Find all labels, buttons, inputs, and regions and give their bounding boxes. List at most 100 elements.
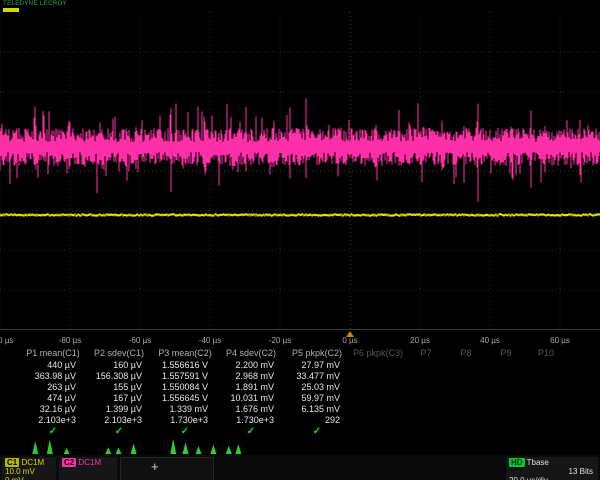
measurement-value (446, 415, 486, 426)
timebase-descriptor[interactable]: HD Tbase 13 Bits 20.0 µs/div (506, 457, 598, 480)
measurement-header[interactable]: P3 mean(C2) (152, 348, 218, 360)
measurement-value: 160 µV (86, 360, 152, 371)
trigger-time-marker[interactable] (346, 331, 354, 337)
measurement-value (406, 371, 446, 382)
measurement-value: 10.031 mV (218, 393, 284, 404)
measurement-value (526, 382, 566, 393)
axis-label: -60 µs (129, 336, 151, 345)
channel-c1-descriptor[interactable]: C1 DC1M 10.0 mV 0 mV (2, 457, 56, 480)
c1-offset: 0 mV (5, 476, 53, 480)
measurement-value: 263 µV (20, 382, 86, 393)
measurement-value: 156.308 µV (86, 371, 152, 382)
top-status-bar: TELEDYNE LECROY (0, 0, 600, 12)
measurement-status-check: ✓ (152, 426, 218, 437)
measurement-header[interactable]: P6 pkpk(C3) (350, 348, 406, 360)
measurement-status-check (406, 426, 446, 437)
axis-row: -100 µs-80 µs-60 µs-40 µs-20 µs0 µs20 µs… (0, 331, 600, 347)
histicon-row (0, 437, 600, 455)
measurement-value: 32.16 µV (20, 404, 86, 415)
measurement-header[interactable]: P10 (526, 348, 566, 360)
timebase-label: Tbase (527, 458, 549, 467)
channel-c2-descriptor[interactable]: C2 DC1M (59, 457, 117, 480)
measurement-histicon (28, 437, 74, 454)
measurement-value (446, 382, 486, 393)
descriptor-bar: C1 DC1M 10.0 mV 0 mV C2 DC1M + HD Tbase … (0, 455, 600, 480)
measurement-value: 1.676 mV (218, 404, 284, 415)
measurement-header[interactable]: P1 mean(C1) (20, 348, 86, 360)
measurement-value: 474 µV (20, 393, 86, 404)
measurement-value: 27.97 mV (284, 360, 350, 371)
measurement-header[interactable]: P4 sdev(C2) (218, 348, 284, 360)
descriptor-spacer (217, 457, 503, 480)
measurement-value (486, 404, 526, 415)
c1-scale: 10.0 mV (5, 467, 53, 476)
measurement-histicon (98, 437, 144, 454)
measurement-value (350, 360, 406, 371)
measurement-value (446, 393, 486, 404)
measurement-status-check: ✓ (20, 426, 86, 437)
measurement-header[interactable]: P2 sdev(C1) (86, 348, 152, 360)
axis-label: 0 µs (342, 336, 357, 345)
measurement-value: 2.103e+3 (86, 415, 152, 426)
waveform-canvas (0, 12, 600, 330)
measurement-value: 167 µV (86, 393, 152, 404)
timebase-bits: 13 Bits (509, 467, 595, 476)
measurement-value: 363.98 µV (20, 371, 86, 382)
measurement-value: 2.103e+3 (20, 415, 86, 426)
measure-table: P1 mean(C1)P2 sdev(C1)P3 mean(C2)P4 sdev… (20, 348, 566, 437)
measurement-value (350, 415, 406, 426)
measurement-value: 2.968 mV (218, 371, 284, 382)
c1-chip: C1 (5, 458, 19, 467)
measurement-header[interactable]: P7 (406, 348, 446, 360)
measurement-value: 59.97 mV (284, 393, 350, 404)
measurement-value (526, 393, 566, 404)
measurement-value: 25.03 mV (284, 382, 350, 393)
measurement-value (486, 360, 526, 371)
axis-label: -80 µs (59, 336, 81, 345)
measurement-value (406, 404, 446, 415)
oscilloscope-screen: TELEDYNE LECROY -100 µs-80 µs-60 µs-40 µ… (0, 0, 600, 480)
axis-label: 40 µs (480, 336, 500, 345)
measurement-value: 1.550084 V (152, 382, 218, 393)
measurement-value (526, 360, 566, 371)
timebase-scale: 20.0 µs/div (509, 476, 595, 480)
measurement-value: 1.891 mV (218, 382, 284, 393)
measurement-value (350, 371, 406, 382)
brand-label: TELEDYNE LECROY (3, 1, 67, 7)
axis-label: 20 µs (410, 336, 430, 345)
measurement-value (350, 404, 406, 415)
c2-chip: C2 (62, 458, 76, 467)
measurement-value: 155 µV (86, 382, 152, 393)
measurement-value (406, 382, 446, 393)
measurement-value: 6.135 mV (284, 404, 350, 415)
measurement-header[interactable]: P5 pkpk(C2) (284, 348, 350, 360)
measurement-header[interactable]: P9 (486, 348, 526, 360)
measurement-value: 2.200 mV (218, 360, 284, 371)
measurement-histicon (204, 437, 250, 454)
measurement-value (486, 415, 526, 426)
measurement-status-check (486, 426, 526, 437)
measurement-value (350, 393, 406, 404)
c1-coupling: DC1M (21, 458, 44, 467)
waveform-display[interactable] (0, 12, 600, 330)
measurement-value (526, 415, 566, 426)
c2-coupling: DC1M (78, 458, 101, 467)
measurement-value: 33.477 mV (284, 371, 350, 382)
add-trace-button[interactable]: + (120, 457, 214, 480)
measurement-value: 1.557591 V (152, 371, 218, 382)
measurement-value: 1.556616 V (152, 360, 218, 371)
measurement-value: 292 (284, 415, 350, 426)
measurement-header[interactable]: P8 (446, 348, 486, 360)
measurement-value (446, 404, 486, 415)
measurement-value (446, 360, 486, 371)
measurement-value (526, 404, 566, 415)
measurement-value: 1.339 mV (152, 404, 218, 415)
measurement-value (486, 371, 526, 382)
measurement-value (350, 382, 406, 393)
plus-icon: + (151, 459, 159, 474)
measurement-value (406, 360, 446, 371)
measurement-value (486, 382, 526, 393)
measurement-value (486, 393, 526, 404)
measurement-status-check: ✓ (218, 426, 284, 437)
measurement-value: 1.730e+3 (218, 415, 284, 426)
